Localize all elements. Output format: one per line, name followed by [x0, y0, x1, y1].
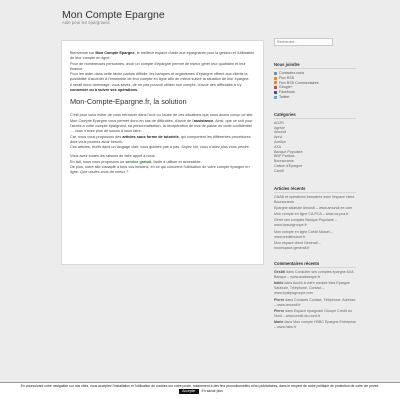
closing-paragraph: Vous avez toutes les raisons de faire ap…: [70, 154, 256, 175]
google-plus-icon: [274, 86, 277, 90]
comment-text[interactable]: dans Consulter ses comptes épargne AXA B…: [274, 270, 354, 279]
categories-list: AG2R Agrivie Amundi Aprvi Axelion AXA Banque P…: [274, 121, 356, 174]
recent-article-link[interactable]: Epargne salariale Amundi – www.amundi-ee…: [274, 206, 356, 211]
recent-comment: Gestiti dans Consulter ses comptes éparg…: [274, 270, 356, 280]
recent-comment: Pierre dans Contacts Contact, Téléphone,…: [274, 298, 356, 308]
recent-article-link[interactable]: CNAB et opérations bancaires avec l'espa…: [274, 195, 356, 205]
text: En fait, nous vous proposons un: [70, 159, 126, 164]
main-content: Bienvenue sur Mon Compte Epargne, le mei…: [61, 40, 264, 265]
follow-widget-title: Nous joindre: [274, 62, 356, 69]
recent-comments-widget-title: Commentaires récents: [274, 261, 356, 269]
comment-author[interactable]: Gestiti: [274, 270, 285, 274]
text-bold: articles sous forme de tutoriels: [122, 134, 179, 139]
section-heading: Mon-Compte-Epargne.fr, la solution: [70, 97, 187, 107]
text: , facile à utiliser et accessible.: [151, 159, 202, 164]
comment-author[interactable]: Pierre: [274, 309, 284, 313]
recent-article-link[interactable]: Gérer ses comptes Banque Populaire – www…: [274, 218, 356, 228]
text-bold: connecter ou à suivre ses opérations: [70, 88, 138, 93]
recent-comment: Pierre dans Espace épargnant Groupe Créd…: [274, 309, 356, 319]
intro-paragraph: Bienvenue sur Mon Compte Epargne, le mei…: [70, 51, 256, 93]
follow-list: Contactez-nous Flux RSS Flux RSS Commentai…: [274, 71, 356, 100]
service-link[interactable]: service gratuit: [125, 160, 151, 164]
text-bold: Mon Compte Epargne: [95, 51, 135, 55]
comment-text[interactable]: dans Espace épargnant Groupe Crédit du N…: [274, 309, 352, 318]
follow-item[interactable]: Twitter: [274, 95, 356, 100]
cookie-text: En poursuivant votre navigation sur nos …: [20, 384, 380, 388]
follow-item-label[interactable]: Twitter: [279, 95, 290, 100]
comment-text[interactable]: dans Accès à votre compte Mes Epargne Sa…: [274, 281, 350, 295]
text: Ces articles, écrits dans un langage cla…: [70, 145, 182, 150]
recent-article-link[interactable]: Mon compte en ligne Crédit Mutuel – www.…: [274, 230, 356, 240]
text: Mon Compte Epargne vous permet donc en c…: [70, 118, 194, 123]
text: Pour les aider dans cette tâche parfois …: [70, 72, 250, 82]
text: C'est pour vous éviter de vous retrouver…: [70, 113, 254, 118]
recent-article-link[interactable]: Mon compte en ligne CA-PCA – www.ca-pca.…: [274, 212, 356, 217]
text-italic: Que voulez-vous de mieux ?: [80, 170, 129, 175]
accept-button[interactable]: Accepter: [179, 389, 199, 394]
recent-article-link[interactable]: Mon espace client Generali – monespace.g…: [274, 241, 356, 251]
text: Bienvenue sur: [70, 51, 96, 55]
cookie-banner: En poursuivant votre navigation sur nos …: [0, 382, 400, 399]
solution-paragraph: C'est pour vous éviter de vous retrouver…: [70, 113, 256, 150]
text-bold: assistance: [193, 118, 214, 123]
recent-articles-widget-title: Articles récents: [274, 186, 356, 193]
text: .: [137, 88, 139, 93]
recent-comment: Marie dans Mon compte HSBC Epargne Entre…: [274, 320, 356, 330]
categories-widget-title: Catégories: [274, 112, 356, 119]
text: Pour de nombreuses personnes, avoir un c…: [70, 61, 246, 71]
twitter-icon: [274, 95, 277, 99]
recent-comments-widget: Commentaires récents Gestiti dans Consul…: [274, 261, 356, 330]
categories-widget: Catégories AG2R Agrivie Amundi Aprvi Axelion…: [274, 112, 356, 174]
comment-author[interactable]: Marie: [274, 320, 283, 324]
search-input[interactable]: [274, 38, 333, 46]
facebook-icon: [274, 91, 277, 95]
comment-author[interactable]: bakhi: [274, 281, 283, 285]
recent-comments-list: Gestiti dans Consulter ses comptes éparg…: [274, 270, 356, 330]
recent-comment: bakhi dans Accès à votre compte Mes Epar…: [274, 281, 356, 296]
more-info-link[interactable]: En savoir plus: [202, 389, 223, 393]
comment-author[interactable]: Pierre: [274, 298, 284, 302]
category-link[interactable]: Cardif: [274, 169, 356, 174]
comment-text[interactable]: dans Mon compte HSBC Epargne Entreprise …: [274, 320, 356, 329]
text-italic: Soyez sûr, vous n'allez plus vous perdre…: [181, 145, 250, 150]
rss-icon: [274, 81, 277, 85]
site-description: Aide pour les épargnants: [62, 20, 110, 25]
recent-articles-list: CNAB et opérations bancaires avec l'espa…: [274, 195, 356, 251]
recent-articles-widget: Articles récents CNAB et opérations banc…: [274, 186, 356, 251]
text: Il serait donc dommage, vous savez, de n…: [70, 82, 242, 87]
rss-icon: [274, 76, 277, 80]
comment-text[interactable]: dans Contacts Contact, Téléphone, Adress…: [274, 298, 355, 307]
sidebar: Nous joindre Contactez-nousFlux RSSFlux …: [274, 38, 356, 332]
mail-icon: [274, 71, 277, 75]
text: Car, nous vous proposons des: [70, 134, 123, 139]
follow-widget: Nous joindre Contactez-nous Flux RSS Flux …: [274, 62, 356, 100]
text: Vous avez toutes les raisons de faire ap…: [70, 154, 156, 159]
